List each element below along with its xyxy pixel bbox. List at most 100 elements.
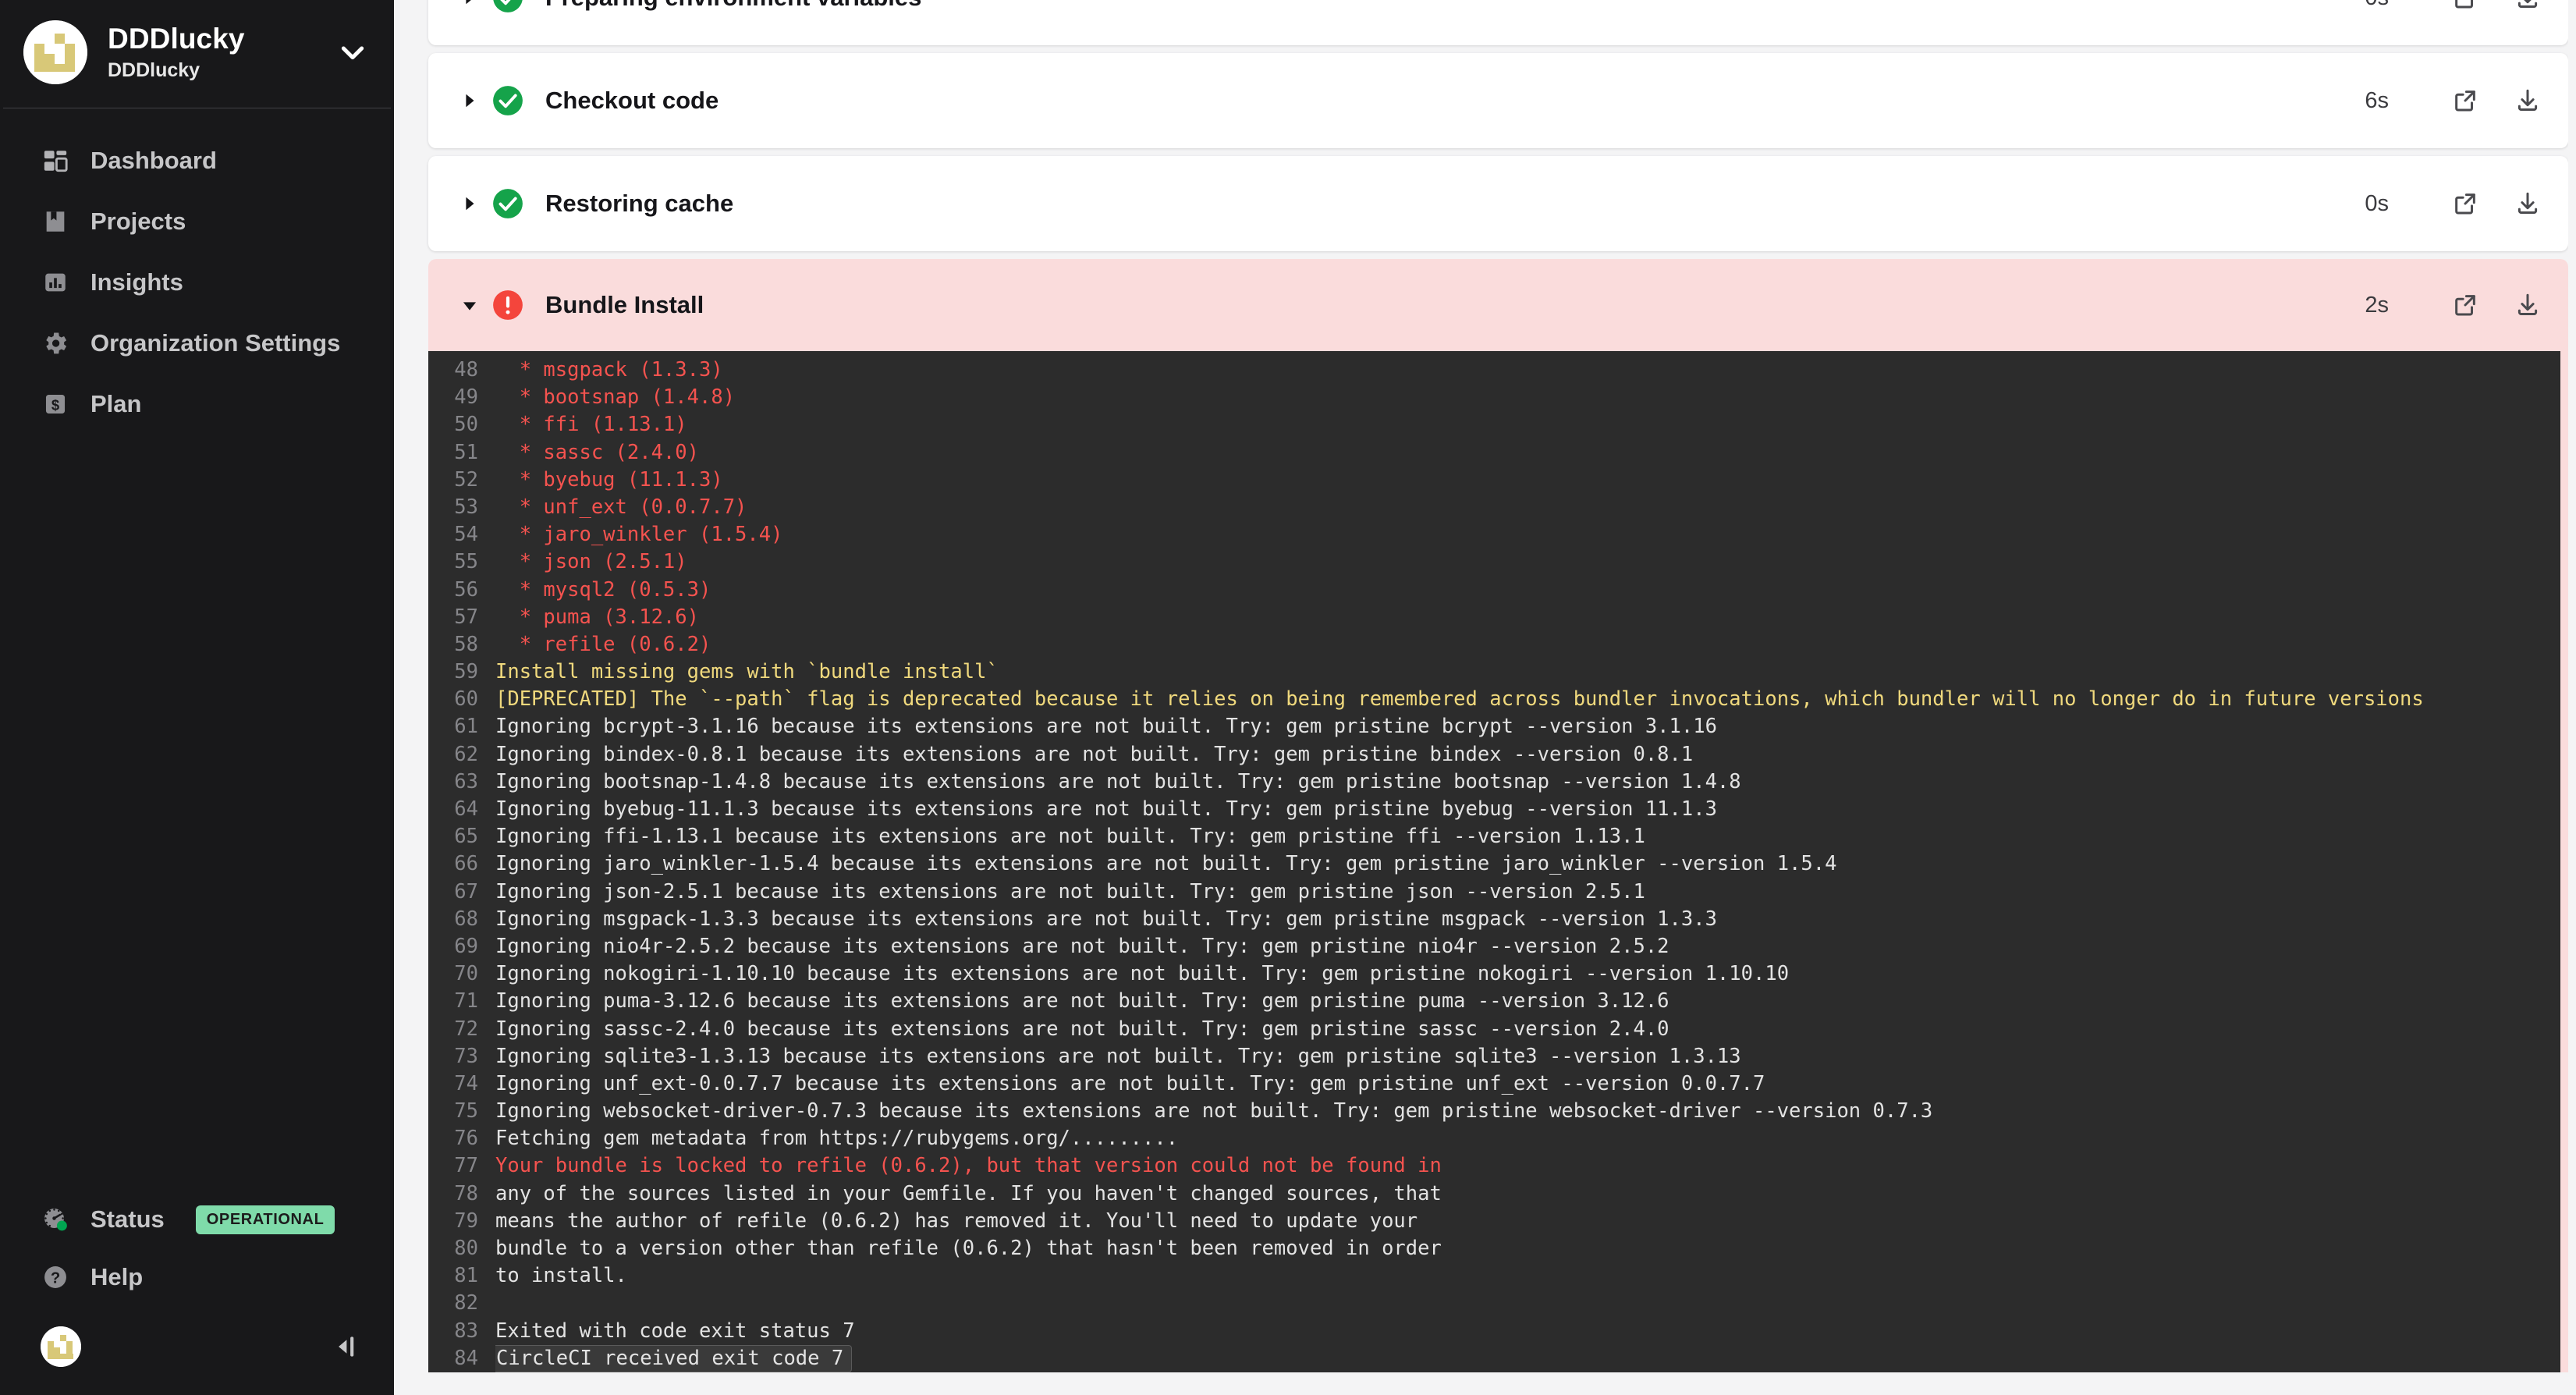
caret-right-icon[interactable] (461, 92, 488, 109)
sidebar-item-status[interactable]: Status OPERATIONAL (0, 1191, 394, 1248)
log-line-text: Fetching gem metadata from https://rubyg… (495, 1125, 2560, 1152)
collapse-sidebar-icon[interactable] (330, 1332, 360, 1361)
external-link-icon[interactable] (2443, 0, 2487, 20)
log-line: 56 * mysql2 (0.5.3) (428, 577, 2560, 604)
log-line-number: 70 (428, 960, 495, 988)
error-circle-icon (488, 285, 528, 325)
log-line: 78any of the sources listed in your Gemf… (428, 1180, 2560, 1208)
sidebar-item-help[interactable]: ? Help (0, 1248, 394, 1306)
sidebar-item-label: Projects (90, 208, 186, 236)
log-line-text: * ffi (1.13.1) (495, 411, 2560, 438)
log-line-text: * unf_ext (0.0.7.7) (495, 494, 2560, 521)
log-line-text: * jaro_winkler (1.5.4) (495, 521, 2560, 548)
caret-right-icon[interactable] (461, 0, 488, 6)
log-line-number: 80 (428, 1235, 495, 1262)
log-line-number: 58 (428, 631, 495, 658)
log-line-number: 56 (428, 577, 495, 604)
log-line: 61Ignoring bcrypt-3.1.16 because its ext… (428, 713, 2560, 740)
gear-icon (41, 328, 70, 358)
step-header[interactable]: Preparing environment variables 0s (428, 0, 2568, 45)
log-line-text: Ignoring sassc-2.4.0 because its extensi… (495, 1016, 2560, 1043)
log-line-number: 60 (428, 686, 495, 713)
external-link-icon[interactable] (2443, 182, 2487, 225)
svg-text:?: ? (51, 1270, 60, 1287)
log-line-highlight: CircleCI received exit code 7 (495, 1345, 852, 1372)
log-line: 72Ignoring sassc-2.4.0 because its exten… (428, 1016, 2560, 1043)
step-header[interactable]: Bundle Install 2s (428, 259, 2568, 351)
sidebar-item-projects[interactable]: Projects (0, 191, 394, 252)
app-root: DDDlucky DDDlucky (0, 0, 2576, 1395)
log-line: 69Ignoring nio4r-2.5.2 because its exten… (428, 933, 2560, 960)
log-line: 83Exited with code exit status 7 (428, 1318, 2560, 1345)
step-list: Preparing environment variables 0s (428, 0, 2568, 1372)
log-line-text: * json (2.5.1) (495, 548, 2560, 576)
log-line-text: Ignoring unf_ext-0.0.7.7 because its ext… (495, 1070, 2560, 1098)
step-card-restoring-cache: Restoring cache 0s (428, 156, 2568, 251)
external-link-icon[interactable] (2443, 283, 2487, 327)
external-link-icon[interactable] (2443, 79, 2487, 122)
log-line-number: 53 (428, 494, 495, 521)
sidebar-item-insights[interactable]: Insights (0, 252, 394, 313)
log-line-text: to install. (495, 1262, 2560, 1290)
log-line-text: Ignoring ffi-1.13.1 because its extensio… (495, 823, 2560, 850)
sidebar-item-plan[interactable]: $ Plan (0, 374, 394, 435)
dashboard-icon (41, 146, 70, 176)
log-line: 65Ignoring ffi-1.13.1 because its extens… (428, 823, 2560, 850)
log-line-text: Ignoring bindex-0.8.1 because its extens… (495, 741, 2560, 768)
log-line-number: 69 (428, 933, 495, 960)
org-switcher[interactable]: DDDlucky DDDlucky (0, 0, 394, 108)
user-avatar[interactable] (41, 1326, 81, 1367)
chevron-down-icon[interactable] (335, 34, 371, 70)
sidebar-nav: Dashboard Projects (0, 108, 394, 435)
log-line-text: Install missing gems with `bundle instal… (495, 658, 2560, 686)
log-line: 70Ignoring nokogiri-1.10.10 because its … (428, 960, 2560, 988)
log-line: 73Ignoring sqlite3-1.3.13 because its ex… (428, 1043, 2560, 1070)
log-line-number: 76 (428, 1125, 495, 1152)
caret-right-icon[interactable] (461, 195, 488, 212)
step-card-preparing-environment-variables: Preparing environment variables 0s (428, 0, 2568, 45)
log-line: 71Ignoring puma-3.12.6 because its exten… (428, 988, 2560, 1015)
log-line-number: 83 (428, 1318, 495, 1345)
log-line-number: 55 (428, 548, 495, 576)
log-line-number: 71 (428, 988, 495, 1015)
gauge-icon (41, 1205, 70, 1234)
log-line-number: 54 (428, 521, 495, 548)
log-line-text: Ignoring nio4r-2.5.2 because its extensi… (495, 933, 2560, 960)
log-line-text: Exited with code exit status 7 (495, 1318, 2560, 1345)
log-line: 55 * json (2.5.1) (428, 548, 2560, 576)
log-line: 66Ignoring jaro_winkler-1.5.4 because it… (428, 850, 2560, 878)
log-line-number: 64 (428, 796, 495, 823)
log-line: 54 * jaro_winkler (1.5.4) (428, 521, 2560, 548)
log-output-panel[interactable]: 48 * msgpack (1.3.3)49 * bootsnap (1.4.8… (428, 351, 2560, 1372)
sidebar-item-organization-settings[interactable]: Organization Settings (0, 313, 394, 374)
sidebar-status-label: Status (90, 1205, 165, 1233)
download-icon[interactable] (2506, 0, 2549, 20)
log-line-text: Ignoring json-2.5.1 because its extensio… (495, 879, 2560, 906)
log-line-text: CircleCI received exit code 7 (495, 1345, 2560, 1372)
log-line-number: 84 (428, 1345, 495, 1372)
caret-down-icon[interactable] (461, 296, 488, 314)
log-line: 59Install missing gems with `bundle inst… (428, 658, 2560, 686)
log-line: 79means the author of refile (0.6.2) has… (428, 1208, 2560, 1235)
log-line: 58 * refile (0.6.2) (428, 631, 2560, 658)
log-right-rail (2568, 0, 2576, 1395)
log-line-number: 79 (428, 1208, 495, 1235)
step-header[interactable]: Checkout code 6s (428, 53, 2568, 148)
log-line-text: any of the sources listed in your Gemfil… (495, 1180, 2560, 1208)
log-line: 51 * sassc (2.4.0) (428, 439, 2560, 467)
log-line-number: 67 (428, 879, 495, 906)
org-handle: DDDlucky (108, 59, 314, 82)
download-icon[interactable] (2506, 283, 2549, 327)
step-card-bundle-install: Bundle Install 2s 48 * (428, 259, 2568, 1372)
step-header[interactable]: Restoring cache 0s (428, 156, 2568, 251)
download-icon[interactable] (2506, 79, 2549, 122)
log-line-text: * refile (0.6.2) (495, 631, 2560, 658)
log-line: 57 * puma (3.12.6) (428, 604, 2560, 631)
question-circle-icon: ? (41, 1262, 70, 1292)
log-line-number: 63 (428, 768, 495, 796)
step-duration: 2s (2365, 293, 2389, 318)
log-line-number: 48 (428, 357, 495, 384)
download-icon[interactable] (2506, 182, 2549, 225)
sidebar-item-dashboard[interactable]: Dashboard (0, 130, 394, 191)
log-line-number: 68 (428, 906, 495, 933)
